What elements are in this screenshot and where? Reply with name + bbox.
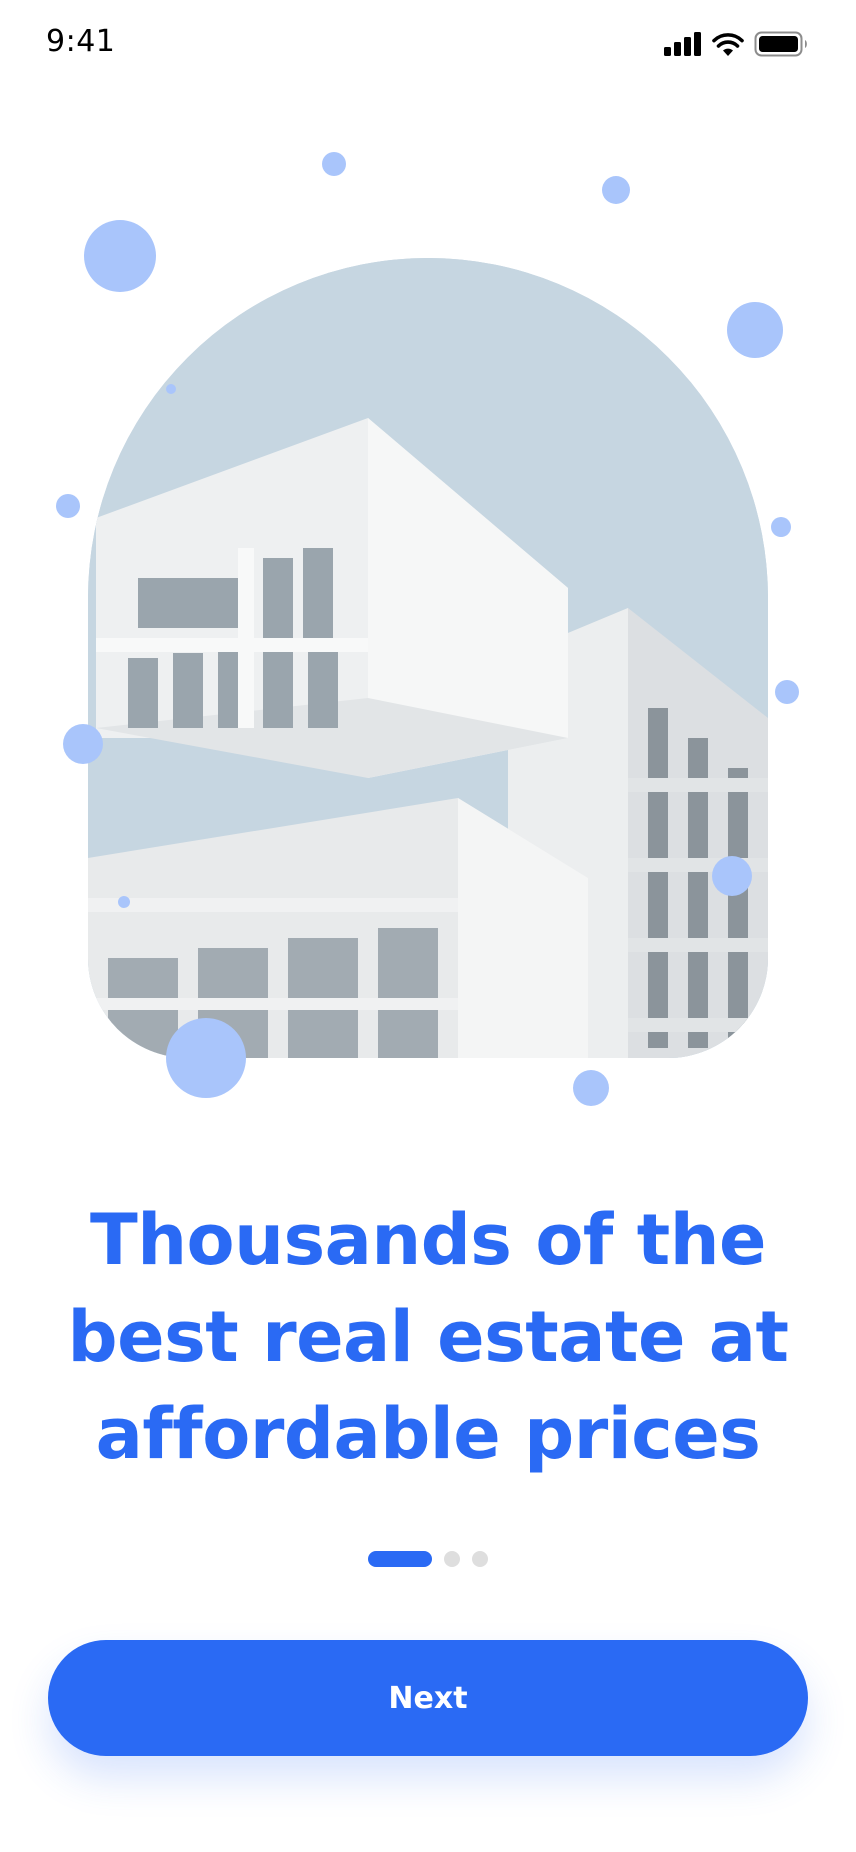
- building-photo: [88, 258, 768, 1058]
- decorative-bubble: [322, 152, 346, 176]
- page-dot-active[interactable]: [368, 1551, 432, 1567]
- decorative-bubble: [118, 896, 130, 908]
- decorative-bubble: [727, 302, 783, 358]
- wifi-icon: [712, 33, 744, 56]
- decorative-bubble: [63, 724, 103, 764]
- onboarding-title: Thousands of the best real estate at aff…: [67, 1199, 789, 1475]
- status-time: 9:41: [46, 24, 116, 59]
- decorative-bubble: [166, 1018, 246, 1098]
- hero-illustration: [0, 120, 856, 1120]
- decorative-bubble: [712, 856, 752, 896]
- status-icons: [664, 31, 810, 57]
- decorative-bubble: [166, 384, 176, 394]
- decorative-bubble: [775, 680, 799, 704]
- decorative-bubble: [84, 220, 156, 292]
- page-dot[interactable]: [472, 1551, 488, 1567]
- decorative-bubble: [771, 517, 791, 537]
- decorative-bubble: [602, 176, 630, 204]
- battery-icon: [754, 31, 807, 57]
- next-button[interactable]: Next: [48, 1640, 808, 1756]
- cellular-signal-icon: [664, 32, 701, 56]
- page-dot[interactable]: [444, 1551, 460, 1567]
- decorative-bubble: [56, 494, 80, 518]
- status-bar: 9:41: [0, 0, 856, 90]
- page-indicator: [0, 1551, 856, 1567]
- decorative-bubble: [573, 1070, 609, 1106]
